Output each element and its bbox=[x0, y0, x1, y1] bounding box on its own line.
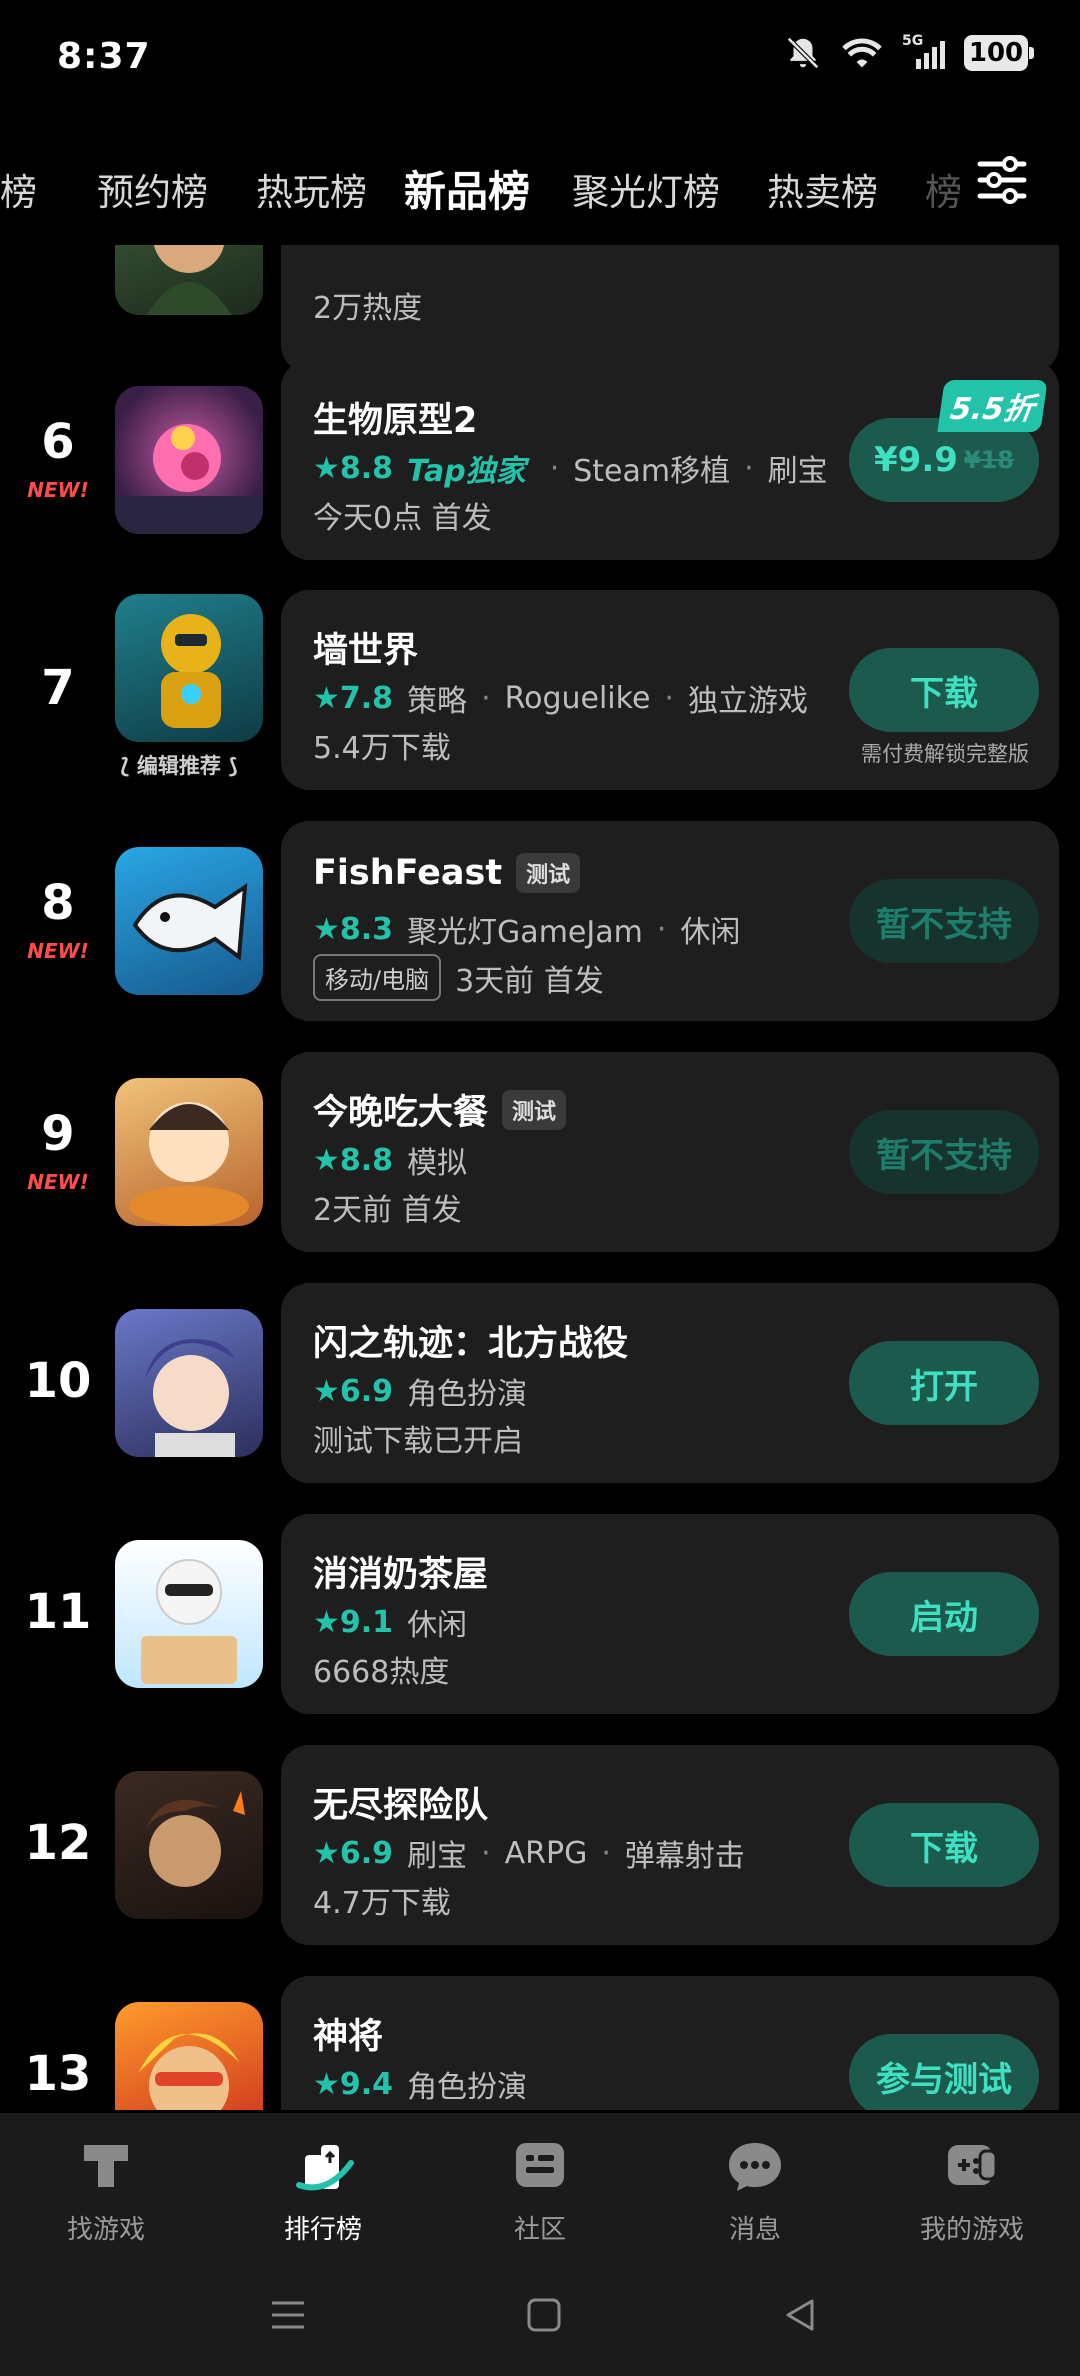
join-test-button[interactable]: 参与测试 bbox=[849, 2034, 1039, 2110]
game-title: 无尽探险队 bbox=[313, 1786, 489, 1826]
game-icon bbox=[115, 1540, 263, 1688]
rating: ★8.8 bbox=[313, 450, 394, 486]
status-time: 8:37 bbox=[57, 36, 151, 77]
platform-badge: 移动/电脑 bbox=[313, 954, 442, 1001]
game-icon bbox=[115, 1309, 263, 1457]
rating: ★6.9 bbox=[313, 1373, 394, 1409]
game-title: 神将 bbox=[313, 2017, 384, 2057]
game-title: 消消奶茶屋 bbox=[313, 1555, 489, 1595]
game-icon bbox=[115, 1771, 263, 1919]
tab-partial-left[interactable]: 榜 bbox=[0, 162, 37, 216]
signal-5g-icon: 5G bbox=[902, 33, 946, 71]
beta-badge: 测试 bbox=[516, 853, 581, 893]
list-item[interactable]: 13 神将 ★9.4 角色扮演 参与测试 bbox=[0, 1976, 1080, 2110]
rating: ★7.8 bbox=[313, 680, 394, 716]
nav-messages[interactable]: 消息 bbox=[680, 2133, 830, 2246]
rating: ★8.3 bbox=[313, 911, 394, 947]
tab-best-selling[interactable]: 热卖榜 bbox=[767, 162, 878, 216]
nav-ranking[interactable]: 排行榜 bbox=[248, 2133, 398, 2246]
ranking-tabs: 榜 预约榜 热玩榜 新品榜 聚光灯榜 热卖榜 榜 bbox=[0, 150, 1080, 240]
game-icon bbox=[115, 594, 263, 742]
unsupported-button[interactable]: 暂不支持 bbox=[849, 1110, 1039, 1194]
list-item[interactable]: 9 NEW! 今晚吃大餐 测试 ★8.8 模拟 2天前 首发 暂不支持 bbox=[0, 1052, 1080, 1252]
unsupported-button[interactable]: 暂不支持 bbox=[849, 879, 1039, 963]
game-icon bbox=[115, 847, 263, 995]
game-title: 闪之轨迹：北方战役 bbox=[313, 1324, 629, 1364]
list-item[interactable]: 10 闪之轨迹：北方战役 ★6.9 角色扮演 测试下载已开启 打开 bbox=[0, 1283, 1080, 1483]
message-icon bbox=[729, 2143, 781, 2191]
list-item[interactable]: 6 NEW! 生物原型2 ★8.8 Tap独家 · Steam移植 · 刷宝 今天0… bbox=[0, 360, 1080, 560]
nav-my-games[interactable]: 我的游戏 bbox=[897, 2133, 1047, 2246]
rating: ★8.8 bbox=[313, 1142, 394, 1178]
game-icon bbox=[115, 2002, 263, 2110]
game-title: 今晚吃大餐 bbox=[313, 1093, 489, 1133]
launch-button[interactable]: 启动 bbox=[849, 1572, 1039, 1656]
list-item[interactable]: 12 无尽探险队 ★6.9 刷宝 · ARPG · 弹幕射击 4.7万下载 下载 bbox=[0, 1745, 1080, 1945]
tab-more-partial[interactable]: 榜 bbox=[925, 162, 962, 216]
list-item[interactable]: 8 NEW! FishFeast 测试 ★8.3 聚光灯GameJam · 休闲 … bbox=[0, 821, 1080, 1021]
game-title: 生物原型2 bbox=[313, 401, 478, 441]
bottom-nav: 找游戏 排行榜 社区 消息 我的游戏 bbox=[0, 2113, 1080, 2263]
beta-badge: 测试 bbox=[502, 1089, 567, 1130]
rating: ★9.4 bbox=[313, 2066, 394, 2102]
download-button[interactable]: 下载 bbox=[849, 1803, 1039, 1887]
game-title: FishFeast bbox=[313, 853, 503, 893]
find-game-icon bbox=[84, 2145, 128, 2187]
open-button[interactable]: 打开 bbox=[849, 1341, 1039, 1425]
nav-community[interactable]: 社区 bbox=[465, 2133, 615, 2246]
tab-reserve[interactable]: 预约榜 bbox=[97, 162, 208, 216]
ranking-icon bbox=[296, 2145, 354, 2191]
system-nav-bar bbox=[0, 2263, 1080, 2376]
tab-spotlight[interactable]: 聚光灯榜 bbox=[572, 162, 720, 216]
community-icon bbox=[516, 2143, 564, 2187]
battery-icon: 100 bbox=[964, 35, 1034, 71]
editor-recommend-label: ⟅ 编辑推荐 ⟆ bbox=[120, 754, 238, 778]
my-games-icon bbox=[948, 2145, 998, 2185]
ranking-list: 2万热度 6 NEW! 生物原型2 ★8.8 Tap独家 · Steam移植 · 刷… bbox=[0, 245, 1080, 2110]
download-button[interactable]: 下载 bbox=[849, 648, 1039, 732]
list-item[interactable]: 7 ⟅ 编辑推荐 ⟆ 墙世界 ★7.8 策略 · Roguelike · 独立游戏 … bbox=[0, 590, 1080, 790]
filter-icon[interactable] bbox=[972, 150, 1032, 210]
tab-hot-play[interactable]: 热玩榜 bbox=[256, 162, 367, 216]
tap-exclusive-badge: Tap独家 bbox=[407, 454, 526, 489]
list-item[interactable]: 2万热度 bbox=[0, 245, 1080, 373]
menu-icon[interactable] bbox=[266, 2293, 310, 2337]
list-item[interactable]: 11 消消奶茶屋 ★9.1 休闲 6668热度 启动 bbox=[0, 1514, 1080, 1714]
game-title: 墙世界 bbox=[313, 631, 419, 671]
status-bar: 8:37 5G 100 bbox=[0, 0, 1080, 120]
game-icon bbox=[115, 245, 263, 315]
game-icon bbox=[115, 386, 263, 534]
wifi-icon bbox=[842, 38, 882, 68]
game-icon bbox=[115, 1078, 263, 1226]
discount-badge: 5.5折 bbox=[937, 380, 1048, 432]
nav-find-game[interactable]: 找游戏 bbox=[31, 2133, 181, 2246]
rating: ★6.9 bbox=[313, 1835, 394, 1871]
back-icon[interactable] bbox=[778, 2293, 822, 2337]
mute-bell-icon bbox=[787, 37, 819, 69]
rating: ★9.1 bbox=[313, 1604, 394, 1640]
tab-new-games[interactable]: 新品榜 bbox=[404, 158, 531, 219]
home-icon[interactable] bbox=[522, 2293, 566, 2337]
